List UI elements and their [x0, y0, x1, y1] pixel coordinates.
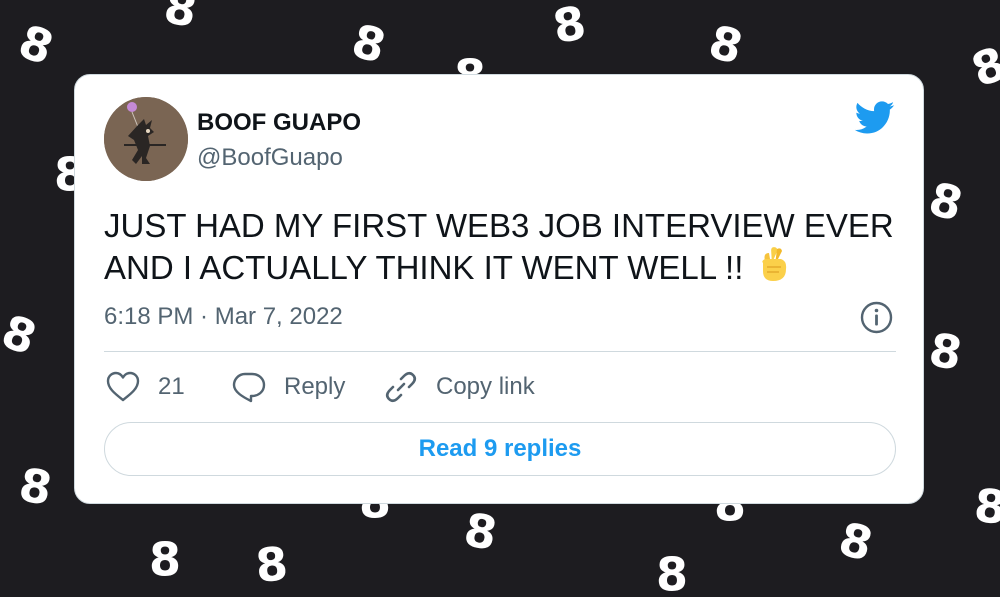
info-icon[interactable]: [860, 301, 893, 334]
squiggle-eight-icon: 8: [0, 304, 43, 366]
reply-button[interactable]: Reply: [232, 369, 345, 405]
squiggle-eight-icon: 8: [923, 171, 968, 231]
twitter-bird-icon[interactable]: [855, 101, 895, 135]
reply-bubble-icon: [232, 372, 266, 403]
tweet-text: JUST HAD MY FIRST WEB3 JOB INTERVIEW EVE…: [104, 205, 894, 293]
like-count: 21: [158, 373, 185, 400]
squiggle-eight-icon: 8: [972, 478, 1000, 535]
link-icon: [385, 371, 417, 403]
crossed-fingers-icon: [757, 247, 791, 293]
squiggle-eight-icon: 8: [149, 533, 181, 587]
copy-link-button[interactable]: Copy link: [384, 369, 535, 405]
user-handle[interactable]: @BoofGuapo: [197, 144, 343, 172]
tweet-card: BOOF GUAPO @BoofGuapo JUST HAD MY FIRST …: [74, 74, 924, 504]
tweet-timestamp[interactable]: 6:18 PM · Mar 7, 2022: [104, 303, 343, 331]
reply-label: Reply: [284, 373, 346, 400]
squiggle-eight-icon: 8: [703, 14, 748, 74]
divider: [104, 351, 896, 352]
squiggle-eight-icon: 8: [15, 457, 56, 516]
copy-link-label: Copy link: [436, 373, 535, 400]
squiggle-eight-icon: 8: [12, 14, 61, 76]
squiggle-eight-icon: 8: [346, 13, 391, 73]
squiggle-eight-icon: 8: [460, 502, 501, 561]
avatar[interactable]: [104, 97, 188, 181]
display-name[interactable]: BOOF GUAPO: [197, 109, 361, 137]
squiggle-eight-icon: 8: [925, 322, 966, 381]
heart-icon: [106, 371, 140, 402]
squiggle-eight-icon: 8: [549, 0, 590, 54]
squiggle-eight-icon: 8: [160, 0, 201, 38]
read-replies-button[interactable]: Read 9 replies: [104, 422, 896, 476]
squiggle-eight-icon: 8: [965, 36, 1000, 98]
squiggle-eight-icon: 8: [833, 511, 878, 571]
like-button[interactable]: 21: [106, 369, 185, 405]
squiggle-eight-icon: 8: [253, 536, 290, 593]
squiggle-eight-icon: 8: [656, 548, 688, 597]
